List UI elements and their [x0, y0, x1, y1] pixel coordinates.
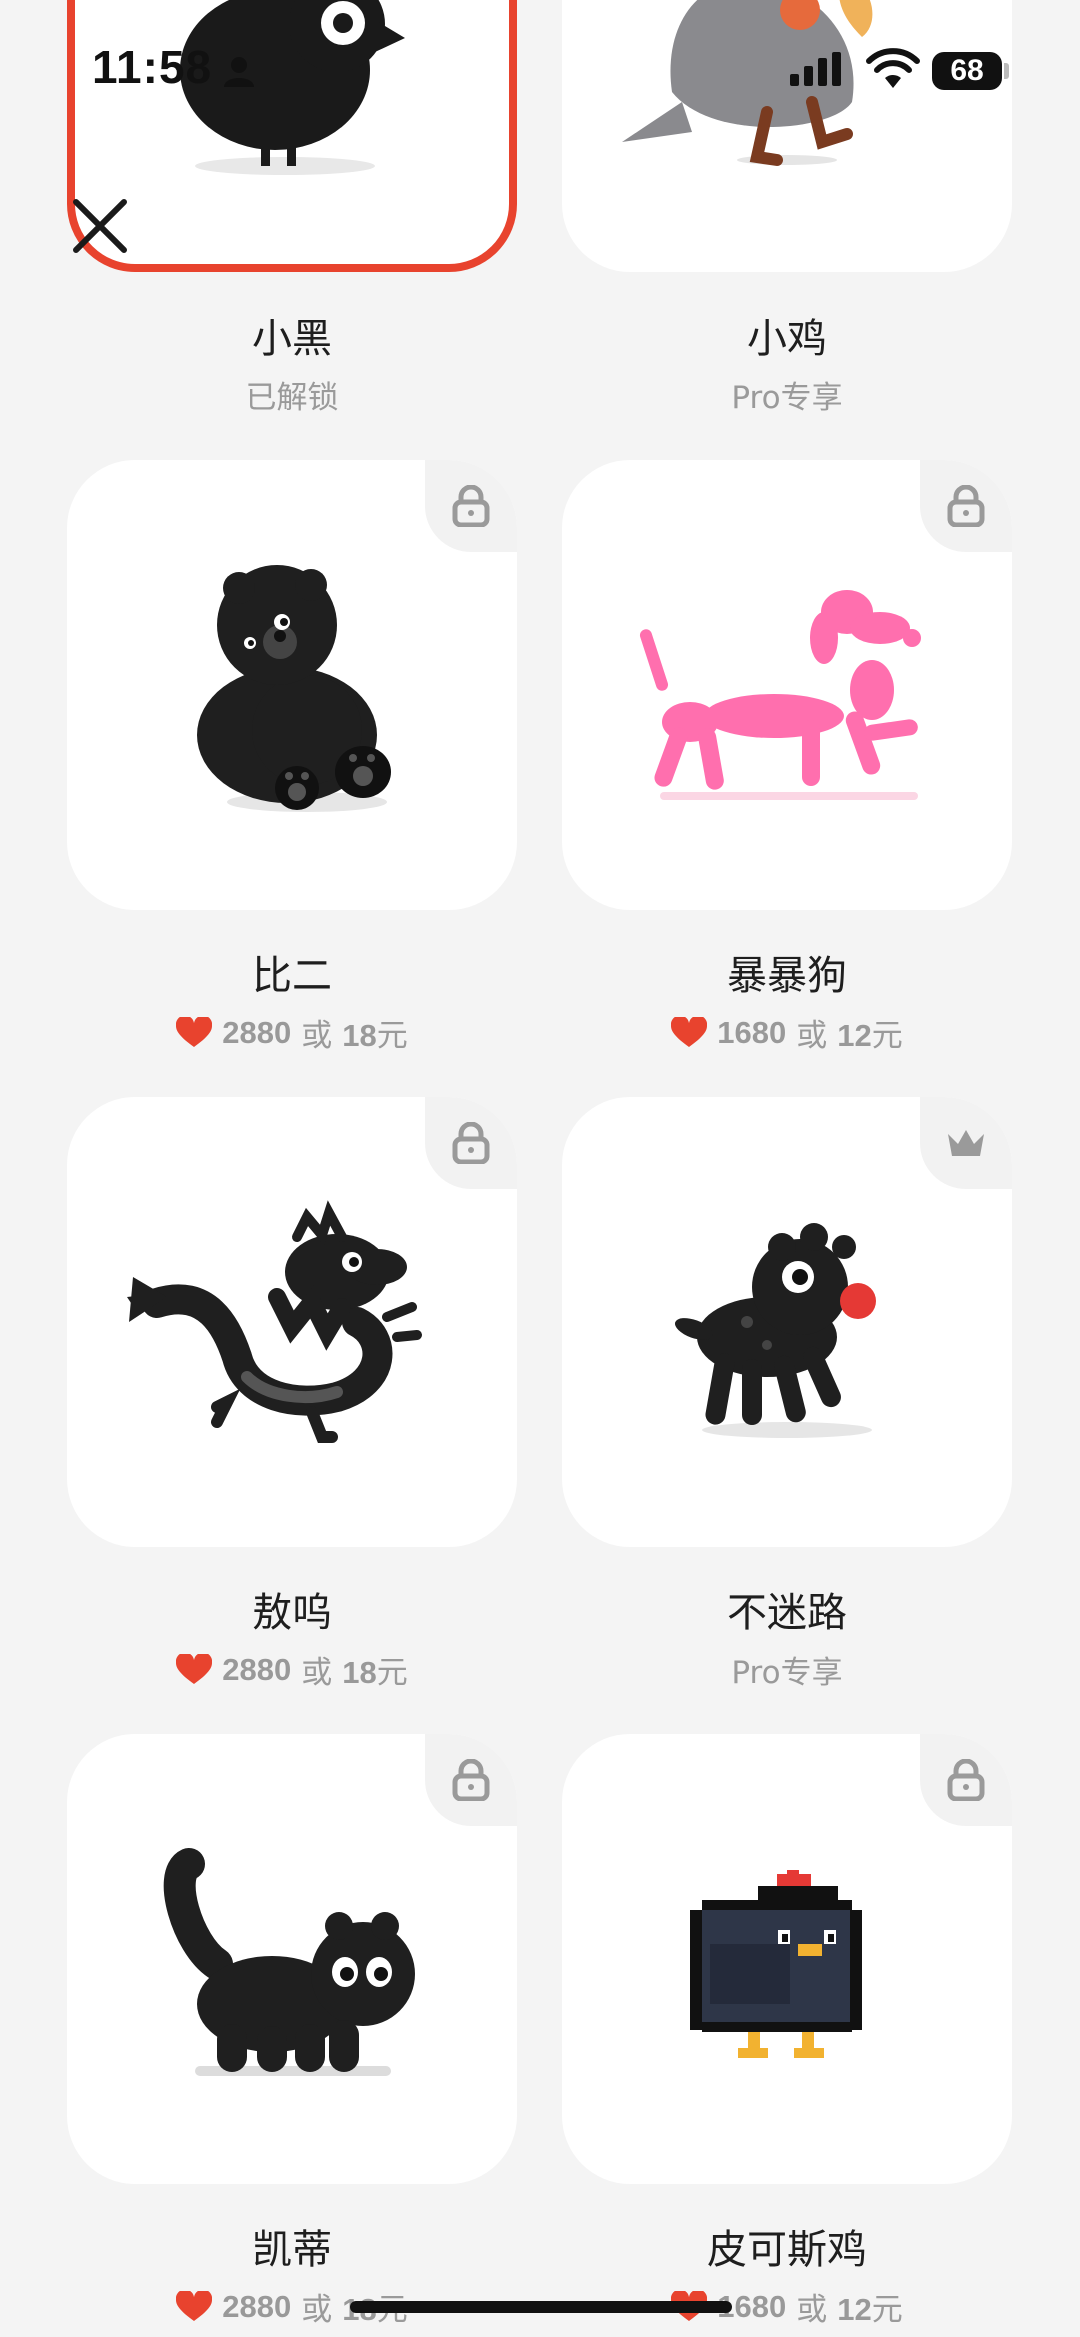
pet-price: 1680 或 12元 — [562, 1010, 1012, 1055]
battery-level: 68 — [932, 52, 1002, 90]
home-indicator[interactable] — [350, 2301, 732, 2313]
pet-name: 敖呜 — [252, 1590, 332, 1636]
currency: 元 — [376, 1018, 408, 1054]
heart-icon — [176, 1016, 213, 1047]
currency: 元 — [871, 1018, 903, 1054]
heart-icon — [671, 1016, 708, 1047]
pet-name: 小黑 — [252, 316, 332, 362]
pet-name: 小鸡 — [747, 316, 827, 362]
price-connector: 或 — [301, 1655, 333, 1691]
heart-cost: 2880 — [222, 2288, 292, 2324]
price-connector: 或 — [301, 1018, 333, 1054]
heart-cost: 2880 — [222, 1651, 292, 1687]
pet-price: 2880 或 18元 — [67, 1010, 517, 1055]
cat-illustration — [163, 1848, 415, 2076]
pet-card-kaidi[interactable] — [67, 1734, 517, 2184]
pet-card-baobaogou[interactable] — [562, 460, 1012, 910]
bear-illustration — [197, 565, 391, 812]
pet-name: 皮可斯鸡 — [707, 2227, 867, 2273]
heart-cost: 1680 — [717, 1014, 787, 1050]
yuan-price: 12 — [837, 1018, 872, 1053]
balloon-dog-illustration — [639, 590, 921, 800]
pixel-chicken-illustration — [690, 1870, 862, 2058]
currency: 元 — [376, 1655, 408, 1691]
pet-price: 2880 或 18元 — [67, 1647, 517, 1692]
yuan-price: 18 — [342, 1018, 377, 1053]
signal-icon — [790, 52, 841, 86]
heart-icon — [176, 1653, 213, 1684]
price-connector: 或 — [301, 2292, 333, 2328]
pet-card-bier[interactable] — [67, 460, 517, 910]
pet-card-aowu[interactable] — [67, 1097, 517, 1547]
heart-icon — [176, 2290, 213, 2321]
price-connector: 或 — [796, 2292, 828, 2328]
pet-card-bumilu[interactable] — [562, 1097, 1012, 1547]
pet-status: 已解锁 — [245, 380, 339, 416]
person-icon — [224, 57, 254, 87]
pet-name: 不迷路 — [727, 1590, 847, 1636]
status-bar: 11:58 68 — [0, 0, 1080, 140]
status-time: 11:58 — [92, 41, 213, 93]
pet-name: 暴暴狗 — [727, 953, 847, 999]
dragon-illustration — [127, 1200, 422, 1443]
yuan-price: 12 — [837, 2292, 872, 2327]
price-connector: 或 — [796, 1018, 828, 1054]
yuan-price: 18 — [342, 1655, 377, 1690]
pet-card-pikesiji[interactable] — [562, 1734, 1012, 2184]
battery-cap — [1004, 63, 1009, 79]
close-icon[interactable] — [70, 196, 130, 256]
pet-name: 凯蒂 — [252, 2227, 332, 2273]
heart-cost: 2880 — [222, 1014, 292, 1050]
pet-status: Pro专享 — [731, 380, 843, 416]
reindeer-illustration — [674, 1223, 876, 1438]
pet-name: 比二 — [252, 953, 332, 999]
wifi-icon — [866, 48, 920, 88]
currency: 元 — [871, 2292, 903, 2328]
pet-status: Pro专享 — [731, 1655, 843, 1691]
